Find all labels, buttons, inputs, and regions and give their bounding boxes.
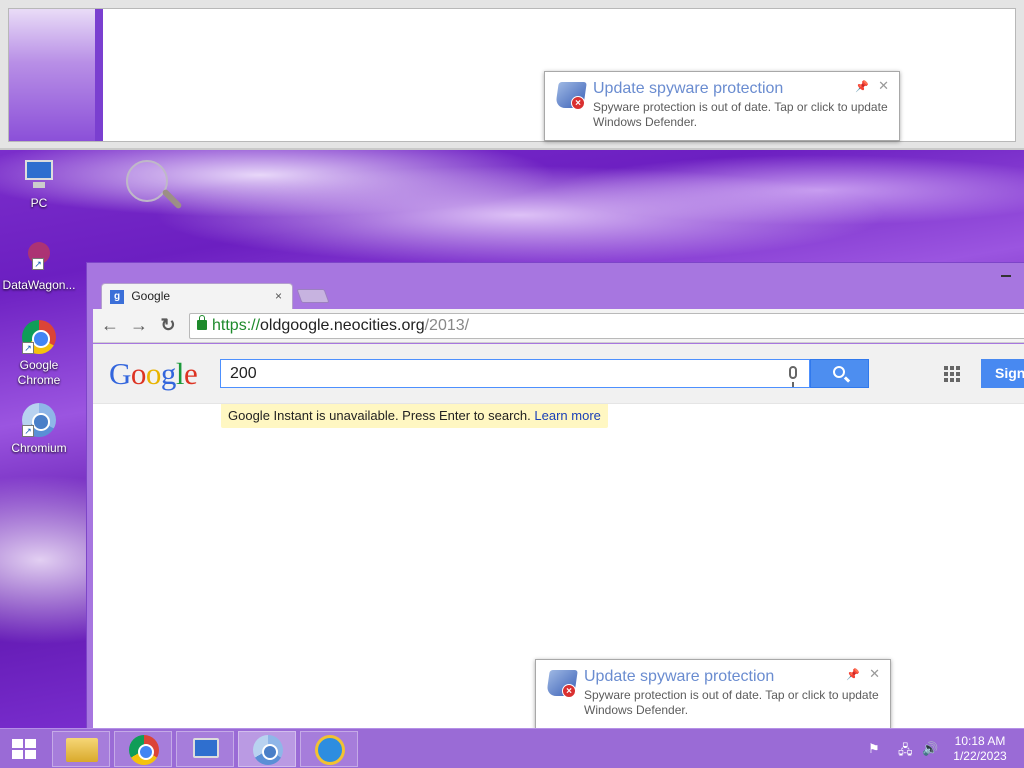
minimize-button[interactable] [1001,275,1011,277]
chromium-icon: ↗ [22,403,56,437]
network-icon[interactable]: 🖧 [898,741,913,763]
error-badge-icon: × [562,684,576,698]
lock-icon [197,315,207,330]
mic-icon[interactable] [789,366,797,387]
tab-google[interactable]: g Google × [101,283,293,309]
apps-grid-icon[interactable] [944,366,960,382]
logo-letter: o [145,356,162,391]
ie-icon [315,735,345,765]
taskbar-internet-explorer[interactable] [300,731,358,767]
notification-title: Update spyware protection [593,80,784,97]
file-explorer-icon [66,738,98,762]
logo-letter: g [160,356,177,391]
logo-letter: G [109,356,131,391]
taskbar-chrome[interactable] [114,731,172,767]
google-logo[interactable]: Google [109,356,198,392]
pc-icon [22,158,56,192]
remote-desktop-icon [193,738,219,758]
desktop-icon-label: PC [30,196,48,210]
taskbar-chromium[interactable] [238,731,296,767]
google-favicon-icon: g [110,289,124,304]
logo-letter: o [130,356,147,391]
magnified-wallpaper [9,9,103,141]
close-icon[interactable]: ✕ [869,666,880,682]
datawagon-icon: ↗ [22,240,56,274]
desktop-icon-google-chrome[interactable]: ↗ Google Chrome [1,320,77,388]
instant-text: Google Instant is unavailable. Press Ent… [228,408,531,423]
taskbar-file-explorer[interactable] [52,731,110,767]
pin-icon[interactable]: 📌 [855,80,869,93]
back-button[interactable]: ← [99,315,121,337]
action-center-flag-icon[interactable]: ⚑ [868,741,880,757]
windows-start-icon[interactable] [12,739,36,759]
instant-unavailable-notice: Google Instant is unavailable. Press Ent… [221,404,608,428]
chromium-icon [253,735,283,765]
new-tab-button[interactable] [296,289,330,303]
magnifier-lens-icon[interactable] [126,160,168,202]
desktop-icon-label: Google Chrome [17,358,61,387]
taskbar: ⚑ 🖧 🔊 10:18 AM 1/22/2023 [0,728,1024,768]
magnifier-window: × Update spyware protection Spyware prot… [0,0,1024,150]
google-header: Google 200 Sign [93,344,1024,404]
defender-notification[interactable]: × Update spyware protection Spyware prot… [535,659,891,729]
magnified-window-edge [95,9,103,141]
taskbar-clock[interactable]: 10:18 AM 1/22/2023 [940,734,1020,764]
notification-title: Update spyware protection [584,668,775,685]
error-badge-icon: × [571,96,585,110]
notification-text: Spyware protection is out of date. Tap o… [584,688,879,717]
logo-letter: e [184,356,198,391]
search-button[interactable] [810,359,869,388]
forward-button[interactable]: → [128,315,150,337]
chrome-icon [129,735,159,765]
desktop-icon-datawagon[interactable]: ↗ DataWagon... [1,240,77,293]
notification-text: Spyware protection is out of date. Tap o… [593,100,888,129]
pin-icon[interactable]: 📌 [846,668,860,681]
url-scheme: https:// [212,317,261,334]
desktop-icon-chromium[interactable]: ↗ Chromium [1,403,77,456]
sign-in-button[interactable]: Sign [981,359,1024,388]
reload-button[interactable]: ↻ [157,315,179,337]
search-input[interactable]: 200 [220,359,810,388]
chrome-icon: ↗ [22,320,56,354]
url-path: /2013/ [424,317,470,334]
clock-time: 10:18 AM [954,734,1006,748]
magnified-notification[interactable]: × Update spyware protection Spyware prot… [544,71,900,141]
desktop-icon-label: Chromium [11,441,67,455]
taskbar-remote-desktop[interactable] [176,731,234,767]
search-input-value: 200 [230,365,257,382]
close-icon[interactable]: ✕ [878,78,889,94]
url-host: oldgoogle.neocities.org [260,317,425,334]
volume-icon[interactable]: 🔊 [922,741,938,757]
desktop-icon-label: DataWagon... [2,278,76,292]
browser-toolbar: ← → ↻ https://oldgoogle.neocities.org/20… [93,309,1024,343]
logo-letter: l [175,356,185,391]
desktop-icon-pc[interactable]: PC [1,158,77,211]
clock-date: 1/22/2023 [953,749,1007,763]
tab-close-icon[interactable]: × [275,289,282,303]
search-icon [833,366,845,378]
address-bar[interactable]: https://oldgoogle.neocities.org/2013/ [189,313,1024,339]
tab-title: Google [131,289,171,303]
learn-more-link[interactable]: Learn more [534,408,600,423]
